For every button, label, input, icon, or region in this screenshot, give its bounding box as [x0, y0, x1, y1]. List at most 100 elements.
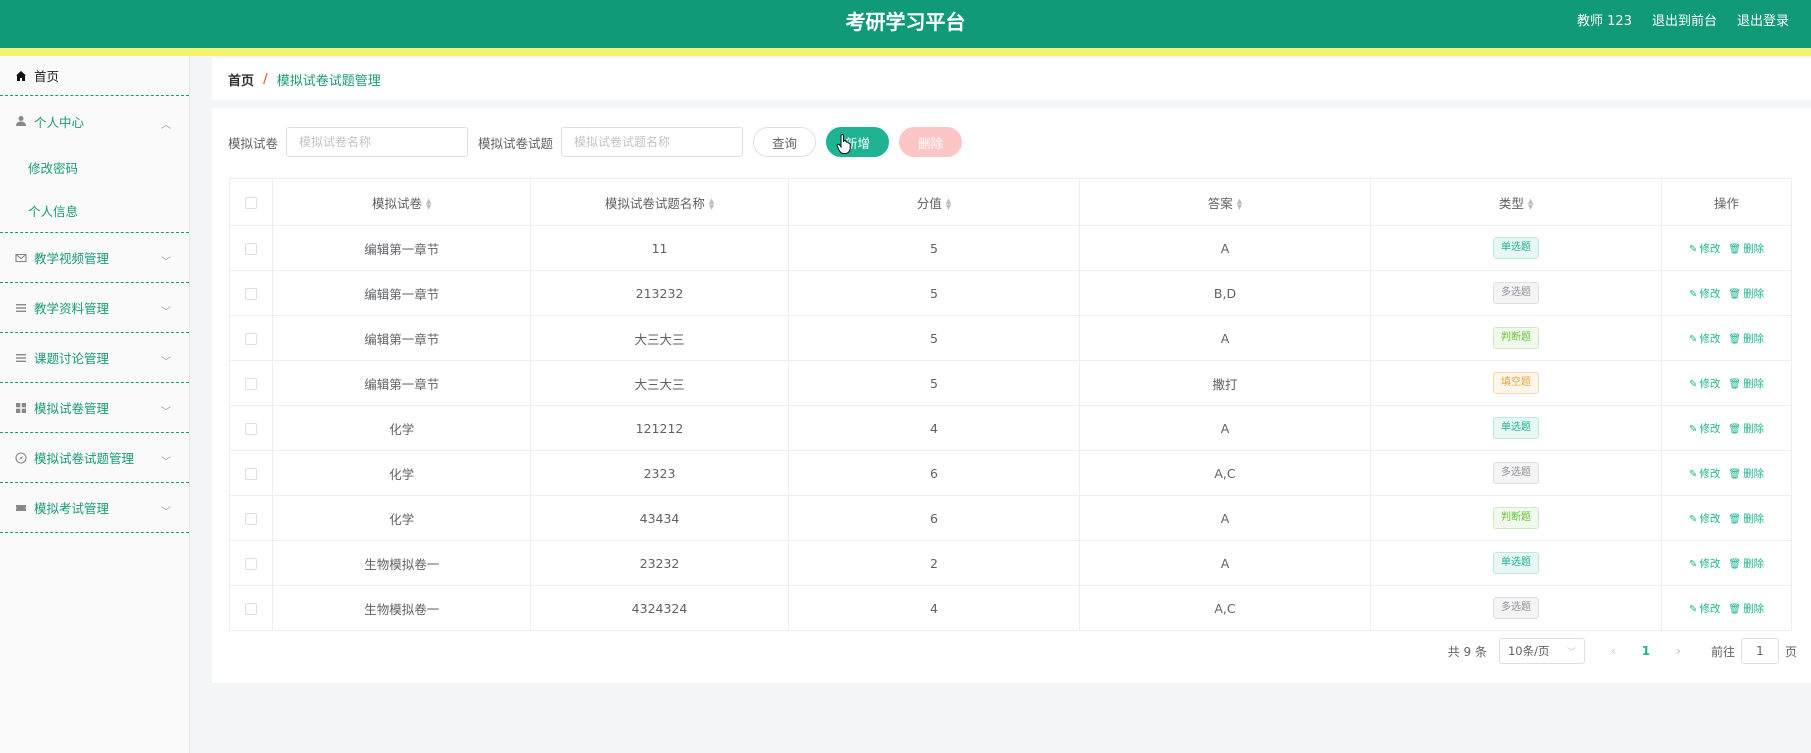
delete-link[interactable]: 🗑 删除 — [1728, 468, 1764, 480]
sidebar-item-video[interactable]: 教学视频管理 ﹀ — [0, 233, 189, 283]
cell-actions: ✎ 修改 🗑 删除 — [1661, 270, 1792, 316]
cell-answer: A — [1078, 495, 1372, 541]
sidebar-item-label: 模拟试卷试题管理 — [34, 451, 135, 466]
row-select-cell — [228, 360, 274, 406]
column-header-question-name[interactable]: 模拟试卷试题名称 ▲ ▼ — [530, 178, 789, 226]
delete-link[interactable]: 🗑 删除 — [1728, 513, 1764, 525]
select-all-cell — [228, 178, 274, 226]
column-header-type[interactable]: 类型 ▲ ▼ — [1370, 178, 1663, 226]
sort-icon[interactable]: ▲ ▼ — [1237, 198, 1242, 211]
cell-question-name: 23232 — [530, 540, 789, 586]
cell-answer: A — [1078, 225, 1372, 271]
page-suffix: 页 — [1784, 644, 1797, 659]
sidebar-item-mock-papers[interactable]: 模拟试卷管理 ﹀ — [0, 383, 189, 433]
row-checkbox[interactable] — [245, 513, 258, 525]
row-checkbox[interactable] — [245, 558, 258, 570]
sort-icon[interactable]: ▲ ▼ — [426, 198, 431, 211]
page-size-select[interactable]: 10条/页 ﹀ — [1498, 638, 1585, 664]
question-name-input[interactable] — [561, 127, 744, 157]
trash-icon: 🗑 — [1728, 334, 1742, 345]
sidebar-item-discussion[interactable]: 课题讨论管理 ﹀ — [0, 333, 189, 383]
chevron-down-icon: ﹀ — [1566, 647, 1576, 658]
row-checkbox[interactable] — [245, 333, 258, 345]
cell-score: 5 — [787, 270, 1080, 316]
edit-icon: ✎ — [1688, 424, 1698, 435]
sidebar-item-label: 模拟考试管理 — [34, 501, 110, 516]
filter-bar: 模拟试卷 模拟试卷试题 查询 新增 删除 — [228, 126, 972, 158]
sidebar-item-label: 首页 — [34, 69, 60, 84]
breadcrumb-home[interactable]: 首页 — [228, 70, 254, 89]
cell-paper: 编辑第一章节 — [272, 315, 532, 361]
delete-link[interactable]: 🗑 删除 — [1728, 333, 1764, 345]
row-checkbox[interactable] — [245, 243, 258, 255]
select-all-checkbox[interactable] — [245, 197, 258, 209]
cell-question-name: 大三大三 — [530, 360, 789, 406]
sidebar-item-label: 课题讨论管理 — [34, 351, 110, 366]
delete-link[interactable]: 🗑 删除 — [1728, 288, 1764, 300]
edit-link[interactable]: ✎ 修改 — [1689, 378, 1720, 390]
page-number-current[interactable]: 1 — [1642, 644, 1650, 658]
edit-link[interactable]: ✎ 修改 — [1689, 513, 1720, 525]
edit-link[interactable]: ✎ 修改 — [1689, 243, 1720, 255]
edit-link[interactable]: ✎ 修改 — [1689, 558, 1720, 570]
current-user: 教师 123 — [1577, 14, 1632, 29]
column-header-answer[interactable]: 答案 ▲ ▼ — [1078, 178, 1372, 226]
batch-delete-button[interactable]: 删除 — [899, 127, 963, 157]
edit-link[interactable]: ✎ 修改 — [1689, 288, 1720, 300]
cell-type: 单选题 — [1370, 405, 1663, 451]
sort-icon[interactable]: ▲ ▼ — [1528, 198, 1533, 211]
column-header-score[interactable]: 分值 ▲ ▼ — [787, 178, 1080, 226]
sort-icon[interactable]: ▲ ▼ — [709, 198, 714, 211]
row-checkbox[interactable] — [245, 423, 258, 435]
trash-icon: 🗑 — [1728, 244, 1742, 255]
edit-icon: ✎ — [1688, 559, 1698, 570]
delete-link[interactable]: 🗑 删除 — [1728, 243, 1764, 255]
row-checkbox[interactable] — [245, 468, 258, 480]
query-button[interactable]: 查询 — [753, 127, 817, 157]
table-row: 编辑第一章节 213232 5 B,D 多选题 ✎ 修改 🗑 删除 — [228, 270, 1792, 316]
row-select-cell — [228, 540, 274, 586]
sidebar-item-mock-questions[interactable]: 模拟试卷试题管理 ﹀ — [0, 433, 189, 483]
type-tag: 多选题 — [1493, 597, 1540, 619]
hand-cursor-icon — [836, 133, 852, 159]
row-select-cell — [228, 405, 274, 451]
delete-link[interactable]: 🗑 删除 — [1728, 378, 1764, 390]
delete-link[interactable]: 🗑 删除 — [1728, 558, 1764, 570]
sidebar-item-personal[interactable]: 个人中心 ︿ — [0, 96, 189, 146]
app-title: 考研学习平台 — [845, 10, 966, 34]
ticket-icon — [14, 501, 28, 515]
cell-type: 多选题 — [1370, 585, 1663, 631]
prev-page-icon[interactable]: ‹ — [1611, 644, 1616, 658]
sidebar-item-home[interactable]: 首页 — [0, 56, 189, 96]
sidebar-subitem-change-password[interactable]: 修改密码 — [0, 146, 189, 189]
row-checkbox[interactable] — [245, 288, 258, 300]
pagination: 共 9 条 10条/页 ﹀ ‹ 1 › 前往 页 — [1448, 638, 1797, 664]
row-checkbox[interactable] — [245, 378, 258, 390]
sidebar-item-mock-exam[interactable]: 模拟考试管理 ﹀ — [0, 483, 189, 533]
edit-link[interactable]: ✎ 修改 — [1689, 603, 1720, 615]
paper-name-input[interactable] — [286, 127, 469, 157]
goto-page-input[interactable] — [1740, 638, 1779, 664]
delete-link[interactable]: 🗑 删除 — [1728, 423, 1764, 435]
trash-icon: 🗑 — [1728, 424, 1742, 435]
sidebar-subitem-profile[interactable]: 个人信息 — [0, 189, 189, 232]
row-checkbox[interactable] — [245, 603, 258, 615]
row-select-cell — [228, 270, 274, 316]
cell-actions: ✎ 修改 🗑 删除 — [1661, 405, 1792, 451]
type-tag: 单选题 — [1493, 417, 1540, 439]
cell-question-name: 大三大三 — [530, 315, 789, 361]
edit-icon: ✎ — [1688, 289, 1698, 300]
sort-icon[interactable]: ▲ ▼ — [946, 198, 951, 211]
logout-link[interactable]: 退出登录 — [1737, 10, 1789, 29]
column-header-paper[interactable]: 模拟试卷 ▲ ▼ — [272, 178, 532, 226]
edit-link[interactable]: ✎ 修改 — [1689, 333, 1720, 345]
edit-link[interactable]: ✎ 修改 — [1689, 468, 1720, 480]
delete-link[interactable]: 🗑 删除 — [1728, 603, 1764, 615]
front-link[interactable]: 退出到前台 — [1652, 10, 1717, 29]
cell-actions: ✎ 修改 🗑 删除 — [1661, 495, 1792, 541]
sidebar-item-materials[interactable]: 教学资料管理 ﹀ — [0, 283, 189, 333]
edit-link[interactable]: ✎ 修改 — [1689, 423, 1720, 435]
next-page-icon[interactable]: › — [1676, 644, 1681, 658]
sidebar-item-label: 教学资料管理 — [34, 301, 110, 316]
cell-score: 6 — [787, 495, 1080, 541]
